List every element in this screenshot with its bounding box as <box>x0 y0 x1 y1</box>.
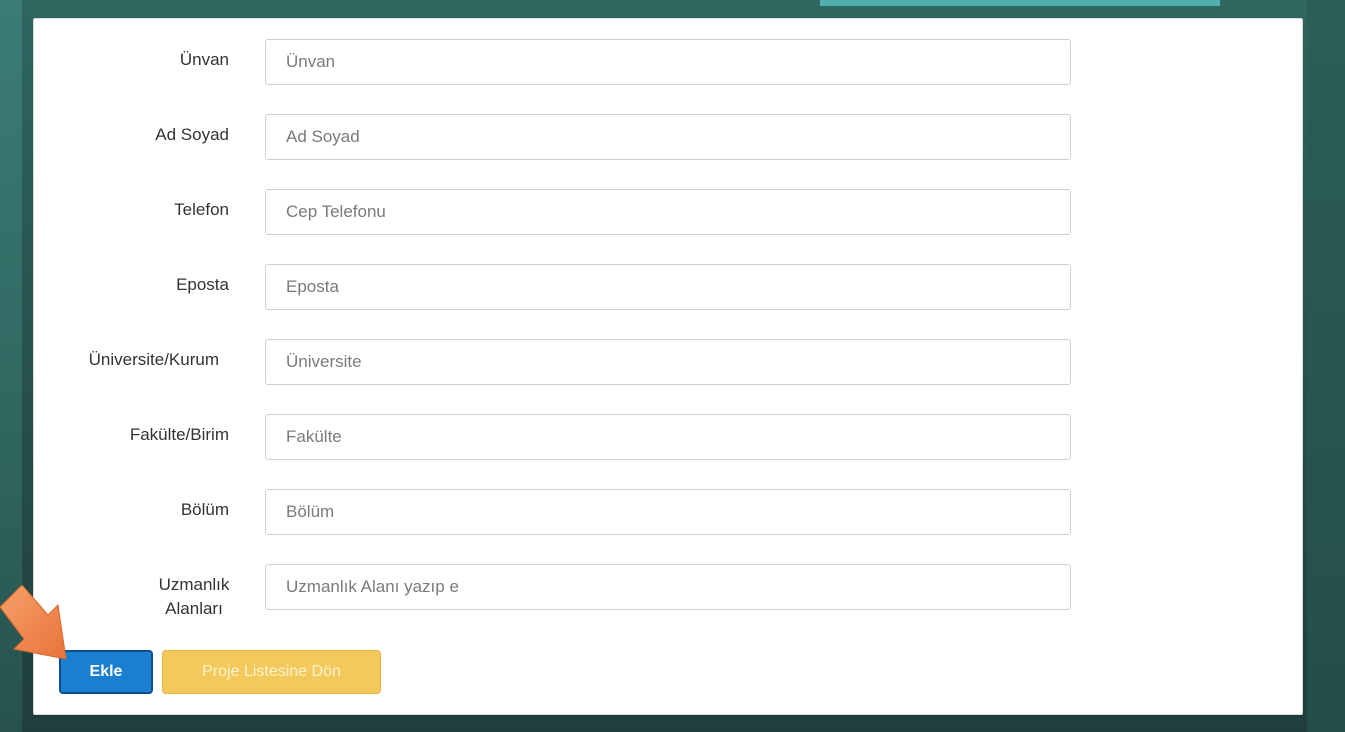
form-row-title: Ünvan <box>34 39 1304 85</box>
top-highlight-bar <box>820 0 1220 6</box>
phone-label: Telefon <box>174 200 229 219</box>
email-label: Eposta <box>176 275 229 294</box>
phone-input[interactable] <box>265 189 1071 235</box>
form-row-phone: Telefon <box>34 189 1304 235</box>
university-input[interactable] <box>265 339 1071 385</box>
arrow-pointer-icon <box>0 585 67 660</box>
faculty-label: Fakülte/Birim <box>129 425 229 444</box>
form-row-department: Bölüm <box>34 489 1304 535</box>
form-panel: Ünvan Ad Soyad Telefon Eposta Üniversite… <box>33 18 1303 715</box>
title-label: Ünvan <box>179 50 229 69</box>
title-input[interactable] <box>265 39 1071 85</box>
back-to-project-list-button[interactable]: Proje Listesine Dön <box>162 650 381 694</box>
expertise-label-line2: Alanları <box>165 599 223 618</box>
background-right-strip <box>1307 0 1345 732</box>
form-row-expertise: Uzmanlık Alanları <box>34 564 1304 624</box>
form-row-university: Üniversite/Kurum <box>34 339 1304 385</box>
fullname-label: Ad Soyad <box>155 125 229 144</box>
form-row-fullname: Ad Soyad <box>34 114 1304 160</box>
university-label: Üniversite/Kurum <box>88 350 219 369</box>
fullname-input[interactable] <box>265 114 1071 160</box>
expertise-input[interactable] <box>265 564 1071 610</box>
faculty-input[interactable] <box>265 414 1071 460</box>
department-input[interactable] <box>265 489 1071 535</box>
expertise-label-line1: Uzmanlık <box>158 575 230 594</box>
department-label: Bölüm <box>180 500 229 519</box>
form-row-faculty: Fakülte/Birim <box>34 414 1304 460</box>
form-row-email: Eposta <box>34 264 1304 310</box>
email-input[interactable] <box>265 264 1071 310</box>
expertise-label: Uzmanlık Alanları <box>144 573 244 621</box>
